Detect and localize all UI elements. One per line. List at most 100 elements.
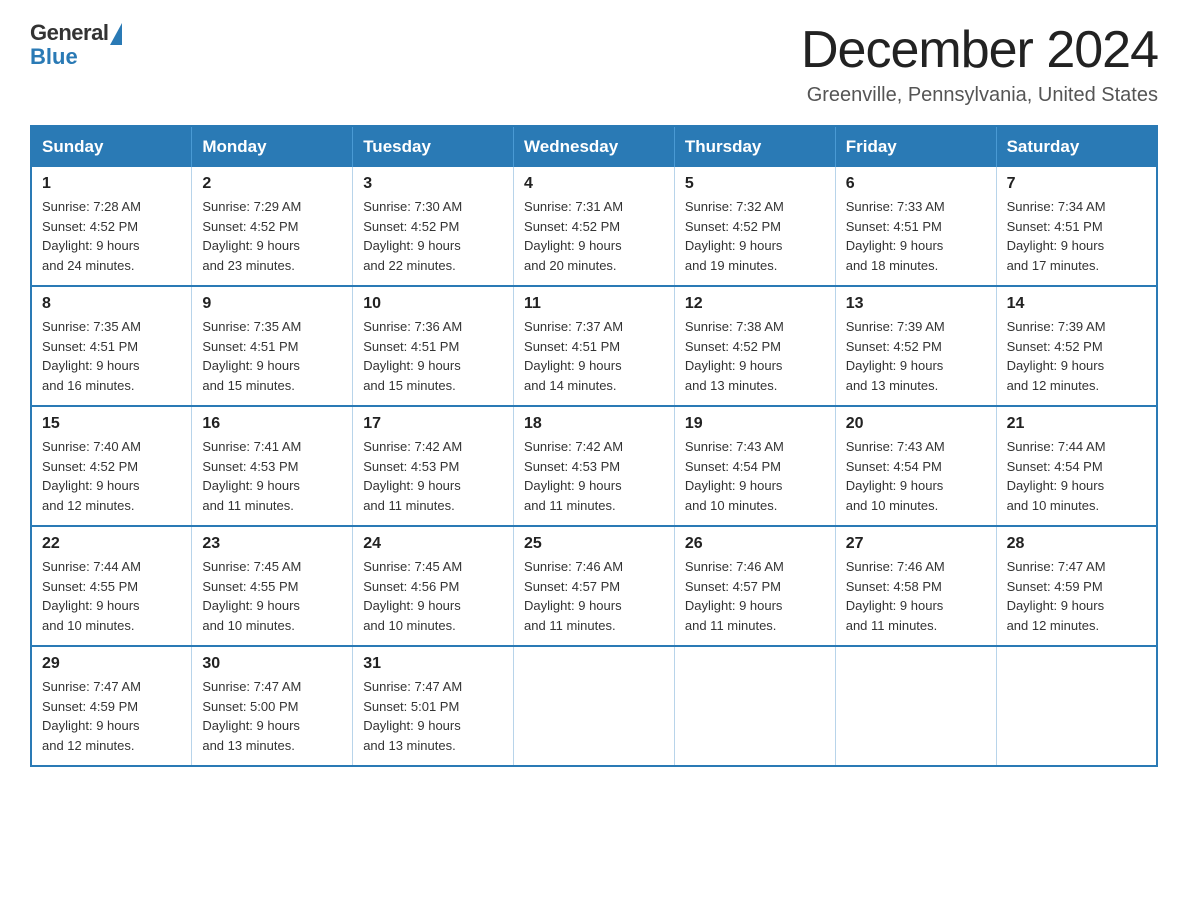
- sunrise-label: Sunrise: 7:35 AM: [42, 319, 141, 334]
- daylight-minutes: and 10 minutes.: [42, 618, 135, 633]
- day-number: 1: [42, 175, 181, 193]
- sunset-label: Sunset: 4:53 PM: [202, 459, 298, 474]
- daylight-minutes: and 11 minutes.: [524, 498, 616, 513]
- sunrise-label: Sunrise: 7:39 AM: [846, 319, 945, 334]
- daylight-minutes: and 15 minutes.: [202, 378, 295, 393]
- calendar-cell: 13 Sunrise: 7:39 AM Sunset: 4:52 PM Dayl…: [835, 286, 996, 406]
- day-number: 2: [202, 175, 342, 193]
- daylight-label: Daylight: 9 hours: [1007, 238, 1105, 253]
- day-number: 15: [42, 415, 181, 433]
- daylight-minutes: and 12 minutes.: [42, 738, 135, 753]
- sunset-label: Sunset: 4:53 PM: [363, 459, 459, 474]
- calendar-cell: 3 Sunrise: 7:30 AM Sunset: 4:52 PM Dayli…: [353, 167, 514, 286]
- daylight-label: Daylight: 9 hours: [202, 238, 300, 253]
- day-info: Sunrise: 7:31 AM Sunset: 4:52 PM Dayligh…: [524, 197, 664, 275]
- daylight-minutes: and 19 minutes.: [685, 258, 778, 273]
- daylight-minutes: and 11 minutes.: [202, 498, 294, 513]
- sunset-label: Sunset: 4:51 PM: [202, 339, 298, 354]
- calendar-week-row: 22 Sunrise: 7:44 AM Sunset: 4:55 PM Dayl…: [31, 526, 1157, 646]
- daylight-label: Daylight: 9 hours: [524, 238, 622, 253]
- day-info: Sunrise: 7:46 AM Sunset: 4:58 PM Dayligh…: [846, 557, 986, 635]
- day-number: 30: [202, 655, 342, 673]
- sunrise-label: Sunrise: 7:31 AM: [524, 199, 623, 214]
- day-number: 16: [202, 415, 342, 433]
- calendar-cell: 27 Sunrise: 7:46 AM Sunset: 4:58 PM Dayl…: [835, 526, 996, 646]
- sunrise-label: Sunrise: 7:39 AM: [1007, 319, 1106, 334]
- sunset-label: Sunset: 4:58 PM: [846, 579, 942, 594]
- calendar-cell: 21 Sunrise: 7:44 AM Sunset: 4:54 PM Dayl…: [996, 406, 1157, 526]
- logo-top: General: [30, 20, 122, 46]
- day-info: Sunrise: 7:47 AM Sunset: 5:01 PM Dayligh…: [363, 677, 503, 755]
- sunset-label: Sunset: 4:51 PM: [524, 339, 620, 354]
- logo: General Blue: [30, 20, 122, 70]
- day-number: 19: [685, 415, 825, 433]
- daylight-label: Daylight: 9 hours: [685, 478, 783, 493]
- sunrise-label: Sunrise: 7:43 AM: [685, 439, 784, 454]
- calendar-cell: 29 Sunrise: 7:47 AM Sunset: 4:59 PM Dayl…: [31, 646, 192, 766]
- daylight-label: Daylight: 9 hours: [363, 358, 461, 373]
- weekday-header-thursday: Thursday: [674, 126, 835, 167]
- day-number: 18: [524, 415, 664, 433]
- day-info: Sunrise: 7:46 AM Sunset: 4:57 PM Dayligh…: [524, 557, 664, 635]
- daylight-label: Daylight: 9 hours: [846, 238, 944, 253]
- sunset-label: Sunset: 4:53 PM: [524, 459, 620, 474]
- day-number: 12: [685, 295, 825, 313]
- sunset-label: Sunset: 4:52 PM: [685, 339, 781, 354]
- day-info: Sunrise: 7:33 AM Sunset: 4:51 PM Dayligh…: [846, 197, 986, 275]
- daylight-minutes: and 11 minutes.: [846, 618, 938, 633]
- daylight-minutes: and 16 minutes.: [42, 378, 135, 393]
- daylight-label: Daylight: 9 hours: [846, 478, 944, 493]
- sunrise-label: Sunrise: 7:44 AM: [1007, 439, 1106, 454]
- day-info: Sunrise: 7:32 AM Sunset: 4:52 PM Dayligh…: [685, 197, 825, 275]
- weekday-header-monday: Monday: [192, 126, 353, 167]
- calendar-cell: 9 Sunrise: 7:35 AM Sunset: 4:51 PM Dayli…: [192, 286, 353, 406]
- daylight-label: Daylight: 9 hours: [202, 718, 300, 733]
- sunset-label: Sunset: 4:51 PM: [846, 219, 942, 234]
- day-number: 29: [42, 655, 181, 673]
- sunrise-label: Sunrise: 7:35 AM: [202, 319, 301, 334]
- daylight-minutes: and 10 minutes.: [846, 498, 939, 513]
- sunrise-label: Sunrise: 7:47 AM: [363, 679, 462, 694]
- day-info: Sunrise: 7:30 AM Sunset: 4:52 PM Dayligh…: [363, 197, 503, 275]
- sunrise-label: Sunrise: 7:42 AM: [363, 439, 462, 454]
- daylight-label: Daylight: 9 hours: [524, 358, 622, 373]
- day-info: Sunrise: 7:41 AM Sunset: 4:53 PM Dayligh…: [202, 437, 342, 515]
- daylight-label: Daylight: 9 hours: [42, 358, 140, 373]
- sunrise-label: Sunrise: 7:47 AM: [1007, 559, 1106, 574]
- sunset-label: Sunset: 4:52 PM: [1007, 339, 1103, 354]
- day-number: 13: [846, 295, 986, 313]
- calendar-week-row: 8 Sunrise: 7:35 AM Sunset: 4:51 PM Dayli…: [31, 286, 1157, 406]
- daylight-minutes: and 15 minutes.: [363, 378, 456, 393]
- sunrise-label: Sunrise: 7:43 AM: [846, 439, 945, 454]
- sunrise-label: Sunrise: 7:45 AM: [202, 559, 301, 574]
- calendar-week-row: 15 Sunrise: 7:40 AM Sunset: 4:52 PM Dayl…: [31, 406, 1157, 526]
- sunrise-label: Sunrise: 7:44 AM: [42, 559, 141, 574]
- day-number: 6: [846, 175, 986, 193]
- sunset-label: Sunset: 4:54 PM: [1007, 459, 1103, 474]
- daylight-label: Daylight: 9 hours: [42, 478, 140, 493]
- calendar-cell: 6 Sunrise: 7:33 AM Sunset: 4:51 PM Dayli…: [835, 167, 996, 286]
- day-number: 11: [524, 295, 664, 313]
- calendar-cell: [514, 646, 675, 766]
- weekday-header-saturday: Saturday: [996, 126, 1157, 167]
- sunset-label: Sunset: 4:55 PM: [202, 579, 298, 594]
- day-info: Sunrise: 7:44 AM Sunset: 4:54 PM Dayligh…: [1007, 437, 1146, 515]
- calendar-cell: [996, 646, 1157, 766]
- day-number: 22: [42, 535, 181, 553]
- day-number: 14: [1007, 295, 1146, 313]
- day-number: 17: [363, 415, 503, 433]
- calendar-cell: 5 Sunrise: 7:32 AM Sunset: 4:52 PM Dayli…: [674, 167, 835, 286]
- sunset-label: Sunset: 5:00 PM: [202, 699, 298, 714]
- sunrise-label: Sunrise: 7:46 AM: [846, 559, 945, 574]
- calendar-week-row: 1 Sunrise: 7:28 AM Sunset: 4:52 PM Dayli…: [31, 167, 1157, 286]
- daylight-label: Daylight: 9 hours: [1007, 478, 1105, 493]
- sunrise-label: Sunrise: 7:42 AM: [524, 439, 623, 454]
- day-number: 24: [363, 535, 503, 553]
- weekday-header-tuesday: Tuesday: [353, 126, 514, 167]
- day-number: 20: [846, 415, 986, 433]
- day-number: 23: [202, 535, 342, 553]
- day-number: 3: [363, 175, 503, 193]
- daylight-minutes: and 10 minutes.: [1007, 498, 1100, 513]
- calendar-cell: 14 Sunrise: 7:39 AM Sunset: 4:52 PM Dayl…: [996, 286, 1157, 406]
- day-info: Sunrise: 7:45 AM Sunset: 4:55 PM Dayligh…: [202, 557, 342, 635]
